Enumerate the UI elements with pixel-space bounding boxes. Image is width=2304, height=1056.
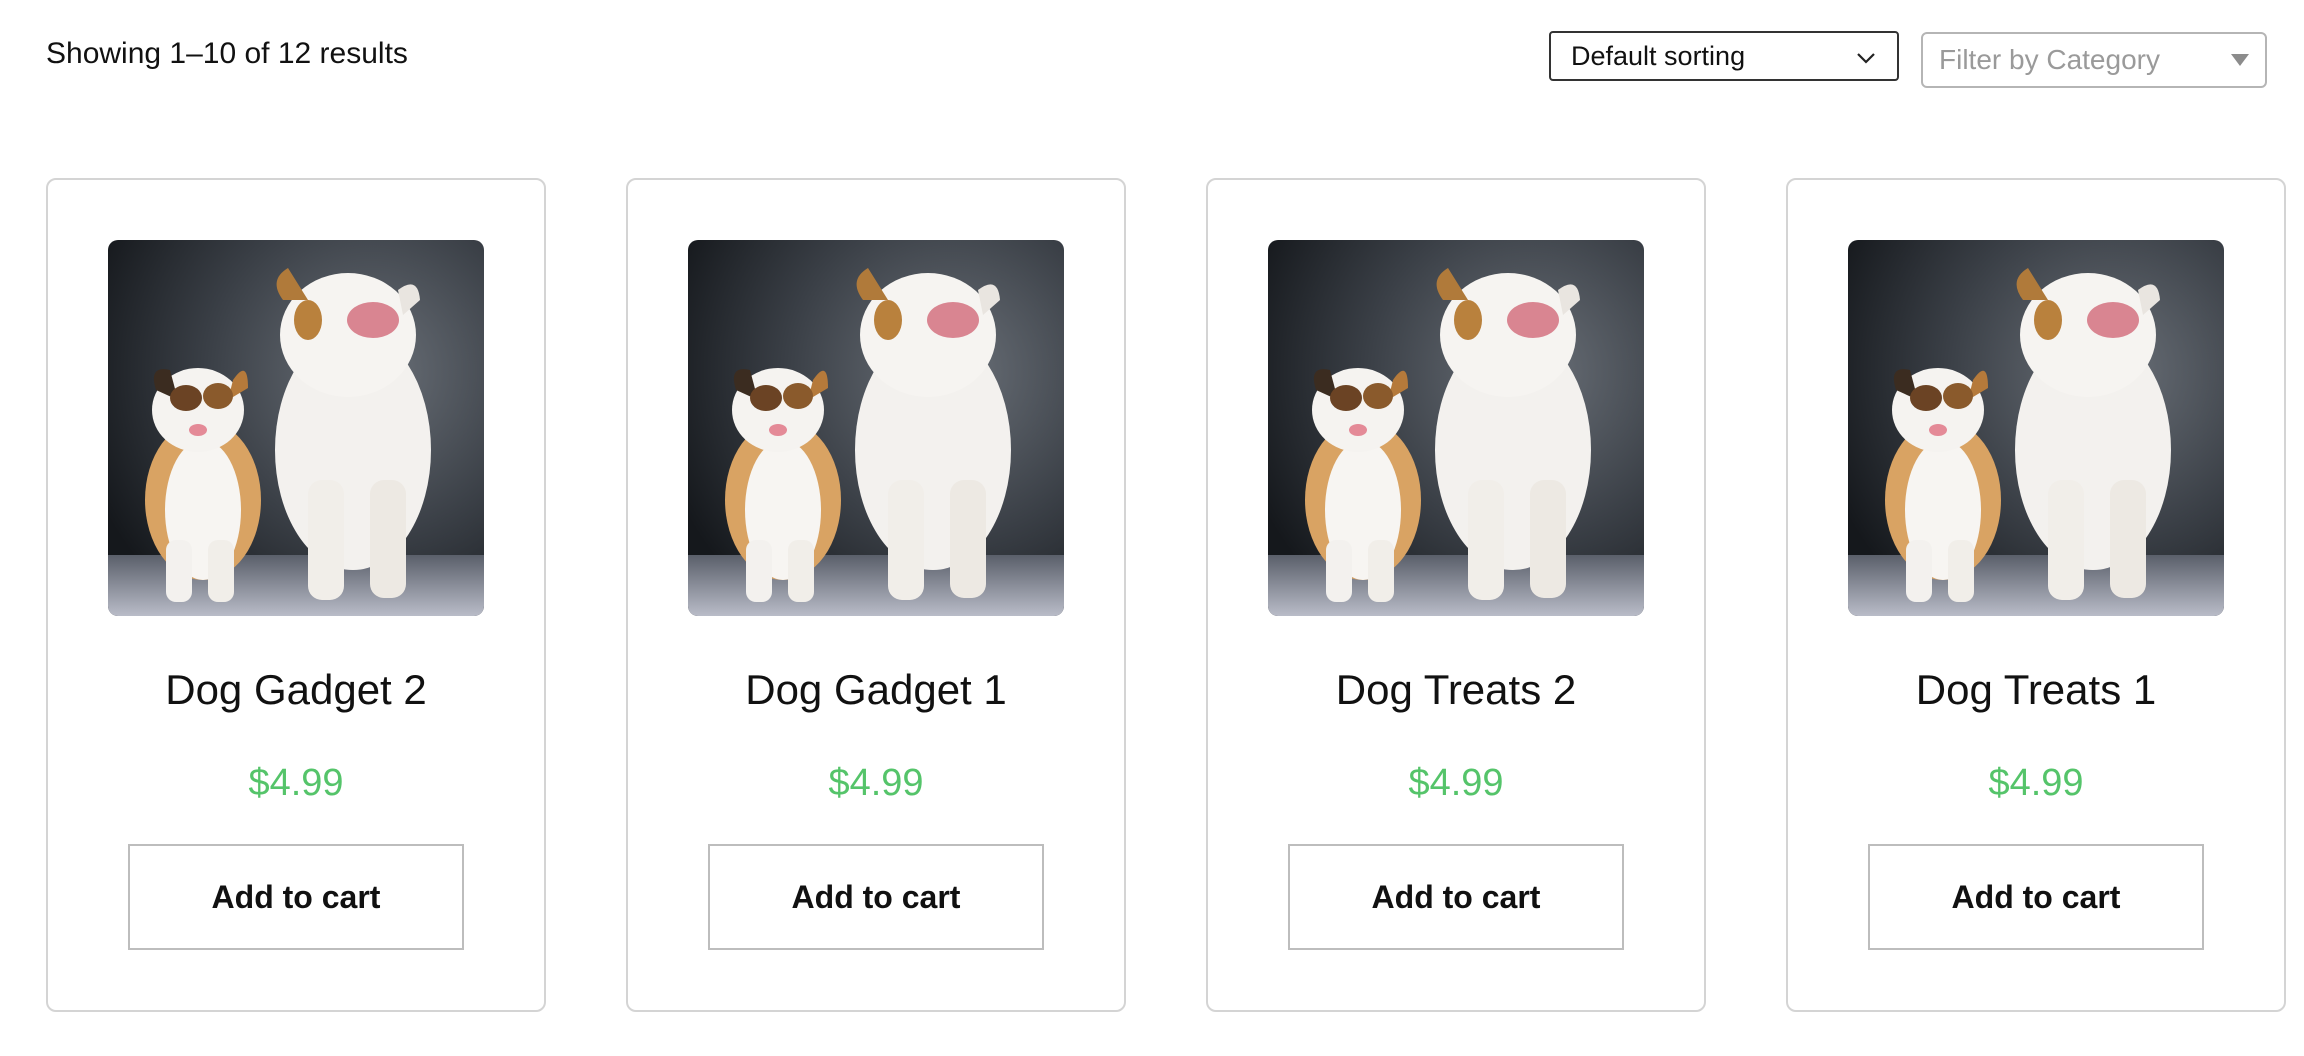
product-card: Dog Treats 1 $4.99 Add to cart — [1786, 178, 2286, 1012]
product-title[interactable]: Dog Treats 1 — [1788, 662, 2284, 718]
product-grid: Dog Gadget 2 $4.99 Add to cart Dog Gadge… — [46, 178, 2286, 1012]
product-price: $4.99 — [1988, 762, 2084, 804]
add-to-cart-button[interactable]: Add to cart — [708, 844, 1044, 950]
bulldogs-photo — [108, 240, 484, 616]
caret-down-icon — [2231, 54, 2249, 66]
product-price: $4.99 — [248, 762, 344, 804]
product-card: Dog Gadget 2 $4.99 Add to cart — [46, 178, 546, 1012]
category-filter-placeholder: Filter by Category — [1939, 44, 2160, 75]
bulldogs-photo — [1848, 240, 2224, 616]
product-image[interactable] — [688, 240, 1064, 616]
product-image[interactable] — [108, 240, 484, 616]
product-image[interactable] — [1268, 240, 1644, 616]
chevron-down-icon — [1855, 45, 1877, 67]
product-title[interactable]: Dog Treats 2 — [1208, 662, 1704, 718]
category-filter[interactable]: Filter by Category — [1921, 32, 2267, 88]
product-price: $4.99 — [1408, 762, 1504, 804]
bulldogs-photo — [1268, 240, 1644, 616]
shop-toolbar: Showing 1–10 of 12 results Default sorti… — [0, 0, 2304, 120]
product-image[interactable] — [1848, 240, 2224, 616]
add-to-cart-button[interactable]: Add to cart — [128, 844, 464, 950]
add-to-cart-button[interactable]: Add to cart — [1288, 844, 1624, 950]
product-card: Dog Treats 2 $4.99 Add to cart — [1206, 178, 1706, 1012]
sort-select-value: Default sorting — [1571, 40, 1746, 71]
add-to-cart-button[interactable]: Add to cart — [1868, 844, 2204, 950]
product-card: Dog Gadget 1 $4.99 Add to cart — [626, 178, 1126, 1012]
product-title[interactable]: Dog Gadget 2 — [48, 662, 544, 718]
product-title[interactable]: Dog Gadget 1 — [628, 662, 1124, 718]
bulldogs-photo — [688, 240, 1064, 616]
result-count: Showing 1–10 of 12 results — [46, 37, 408, 70]
product-price: $4.99 — [828, 762, 924, 804]
sort-select[interactable]: Default sorting — [1549, 31, 1899, 81]
